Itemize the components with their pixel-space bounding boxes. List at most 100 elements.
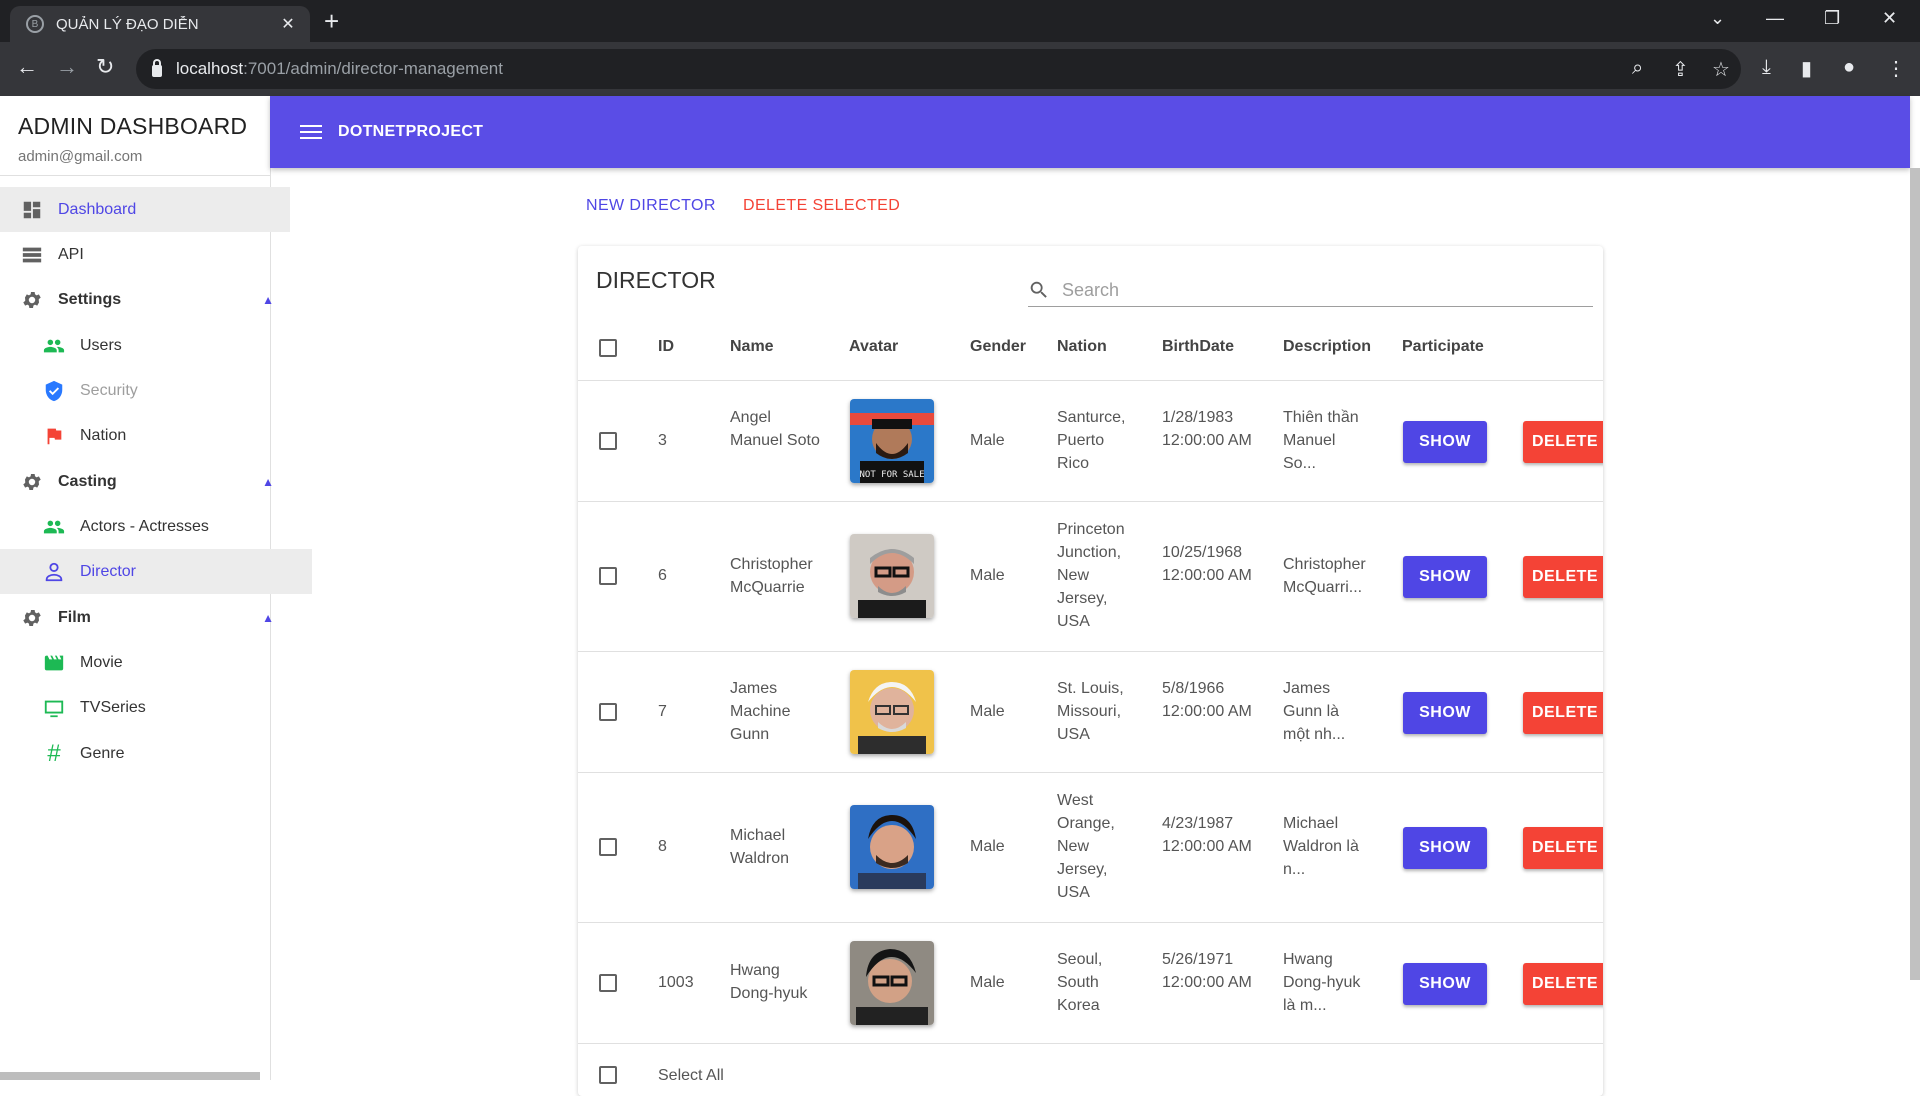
minimize-icon[interactable]: — xyxy=(1766,8,1784,29)
bookmark-star-icon[interactable]: ☆ xyxy=(1712,57,1730,82)
show-button[interactable]: SHOW xyxy=(1403,963,1487,1005)
flag-icon xyxy=(42,424,66,448)
sidebar-group-settings[interactable]: Settings ▲ xyxy=(0,277,290,322)
person-icon xyxy=(42,560,66,584)
delete-button[interactable]: DELETE xyxy=(1523,963,1603,1005)
column-header-avatar[interactable]: Avatar xyxy=(849,338,898,356)
url-host: localhost xyxy=(176,59,244,78)
header-select-all-checkbox[interactable] xyxy=(599,339,617,357)
show-button[interactable]: SHOW xyxy=(1403,556,1487,598)
cell-description: James Gunn là một nh... xyxy=(1283,680,1346,743)
hashtag-icon: # xyxy=(47,739,61,767)
sidebar-item-genre[interactable]: # Genre xyxy=(0,731,312,776)
cell-gender: Male xyxy=(970,567,1005,584)
delete-button[interactable]: DELETE xyxy=(1523,556,1603,598)
cell-gender: Male xyxy=(970,432,1005,449)
column-header-id[interactable]: ID xyxy=(658,338,674,356)
show-button[interactable]: SHOW xyxy=(1403,692,1487,734)
row-checkbox[interactable] xyxy=(599,567,617,585)
sidebar-email: admin@gmail.com xyxy=(18,148,143,165)
cell-birthdate: 10/25/1968 12:00:00 AM xyxy=(1162,544,1252,584)
sidebar-item-tvseries[interactable]: TVSeries xyxy=(0,685,312,730)
sidebar-item-label: Movie xyxy=(80,653,123,671)
delete-button[interactable]: DELETE xyxy=(1523,827,1603,869)
dashboard-icon xyxy=(20,198,44,222)
tab-title: QUẢN LÝ ĐẠO DIỄN xyxy=(56,15,199,33)
sidebar-group-casting[interactable]: Casting ▲ xyxy=(0,459,290,504)
browser-toolbar: ← → ↻ localhost:7001/admin/director-mana… xyxy=(0,42,1920,96)
cell-gender: Male xyxy=(970,838,1005,855)
row-checkbox[interactable] xyxy=(599,703,617,721)
sidebar-item-security[interactable]: Security xyxy=(0,368,312,413)
sidebar-item-label: Security xyxy=(80,381,138,399)
divider xyxy=(578,380,1603,381)
url-path: :7001/admin/director-management xyxy=(243,59,503,78)
column-header-description[interactable]: Description xyxy=(1283,338,1371,356)
row-checkbox[interactable] xyxy=(599,974,617,992)
page-scrollbar[interactable] xyxy=(1910,168,1920,980)
api-list-icon xyxy=(20,243,44,267)
tab-close-icon[interactable]: ✕ xyxy=(274,14,302,34)
divider xyxy=(578,651,1603,652)
column-header-birthdate[interactable]: BirthDate xyxy=(1162,338,1234,356)
side-panel-icon[interactable]: ▮ xyxy=(1801,56,1812,81)
gear-icon xyxy=(20,288,44,312)
forward-arrow-icon[interactable]: → xyxy=(56,56,78,78)
show-button[interactable]: SHOW xyxy=(1403,827,1487,869)
share-icon[interactable]: ⇪ xyxy=(1672,57,1689,82)
sidebar-item-label: TVSeries xyxy=(80,698,146,716)
show-button[interactable]: SHOW xyxy=(1403,421,1487,463)
new-director-button[interactable]: NEW DIRECTOR xyxy=(586,197,716,215)
restore-icon[interactable]: ❐ xyxy=(1824,8,1840,29)
sidebar-item-movie[interactable]: Movie xyxy=(0,640,312,685)
column-header-nation[interactable]: Nation xyxy=(1057,338,1107,356)
profile-icon[interactable]: ● xyxy=(1843,56,1855,79)
sidebar-item-label: Settings xyxy=(58,290,122,308)
column-header-name[interactable]: Name xyxy=(730,338,774,356)
delete-button[interactable]: DELETE xyxy=(1523,421,1603,463)
caret-up-icon: ▲ xyxy=(262,292,274,307)
tv-icon xyxy=(42,696,66,720)
sidebar-item-dashboard[interactable]: Dashboard xyxy=(0,187,290,232)
reload-icon[interactable]: ↻ xyxy=(96,56,114,78)
sidebar-item-label: Actors - Actresses xyxy=(80,517,209,535)
avatar-image xyxy=(850,805,934,889)
tab-search-chevron-icon[interactable]: ⌄ xyxy=(1710,8,1725,29)
address-bar[interactable]: localhost:7001/admin/director-management… xyxy=(136,49,1741,89)
download-icon[interactable]: ⤓ xyxy=(1762,56,1771,79)
footer-select-all-checkbox[interactable] xyxy=(599,1066,617,1084)
sidebar-item-actors-actresses[interactable]: Actors - Actresses xyxy=(0,504,312,549)
search-input[interactable] xyxy=(1060,278,1584,302)
search-box xyxy=(1028,274,1593,307)
users-icon xyxy=(42,334,66,358)
browser-menu-icon[interactable]: ⋮ xyxy=(1886,56,1906,81)
row-checkbox[interactable] xyxy=(599,432,617,450)
caret-up-icon: ▲ xyxy=(262,610,274,625)
sidebar-group-film[interactable]: Film ▲ xyxy=(0,595,290,640)
sidebar-item-label: Dashboard xyxy=(58,200,137,218)
column-header-gender[interactable]: Gender xyxy=(970,338,1026,356)
browser-tab-strip: B QUẢN LÝ ĐẠO DIỄN ✕ + ⌄ — ❐ ✕ xyxy=(0,0,1920,42)
sidebar-item-director[interactable]: Director xyxy=(0,549,312,594)
window-close-icon[interactable]: ✕ xyxy=(1882,8,1897,29)
avatar-image xyxy=(850,534,934,618)
browser-tab[interactable]: B QUẢN LÝ ĐẠO DIỄN ✕ xyxy=(10,6,310,42)
sidebar-item-label: Film xyxy=(58,608,91,626)
select-all-label[interactable]: Select All xyxy=(658,1064,724,1087)
sidebar-item-users[interactable]: Users xyxy=(0,323,312,368)
zoom-search-icon[interactable]: ⌕ xyxy=(1632,57,1643,80)
delete-selected-button[interactable]: DELETE SELECTED xyxy=(743,197,900,215)
delete-button[interactable]: DELETE xyxy=(1523,692,1603,734)
column-header-participate[interactable]: Participate xyxy=(1402,338,1484,356)
sidebar-item-nation[interactable]: Nation xyxy=(0,413,312,458)
search-icon xyxy=(1030,281,1047,298)
sidebar-scrollbar[interactable] xyxy=(0,1072,260,1080)
new-tab-icon[interactable]: + xyxy=(324,8,339,34)
back-arrow-icon[interactable]: ← xyxy=(16,56,38,78)
avatar-image: NOT FOR SALE xyxy=(850,399,934,483)
avatar-image xyxy=(850,670,934,754)
sidebar-header: ADMIN DASHBOARD admin@gmail.com xyxy=(0,96,270,176)
sidebar-item-api[interactable]: API xyxy=(0,232,290,277)
hamburger-menu-icon[interactable] xyxy=(300,121,322,143)
row-checkbox[interactable] xyxy=(599,838,617,856)
